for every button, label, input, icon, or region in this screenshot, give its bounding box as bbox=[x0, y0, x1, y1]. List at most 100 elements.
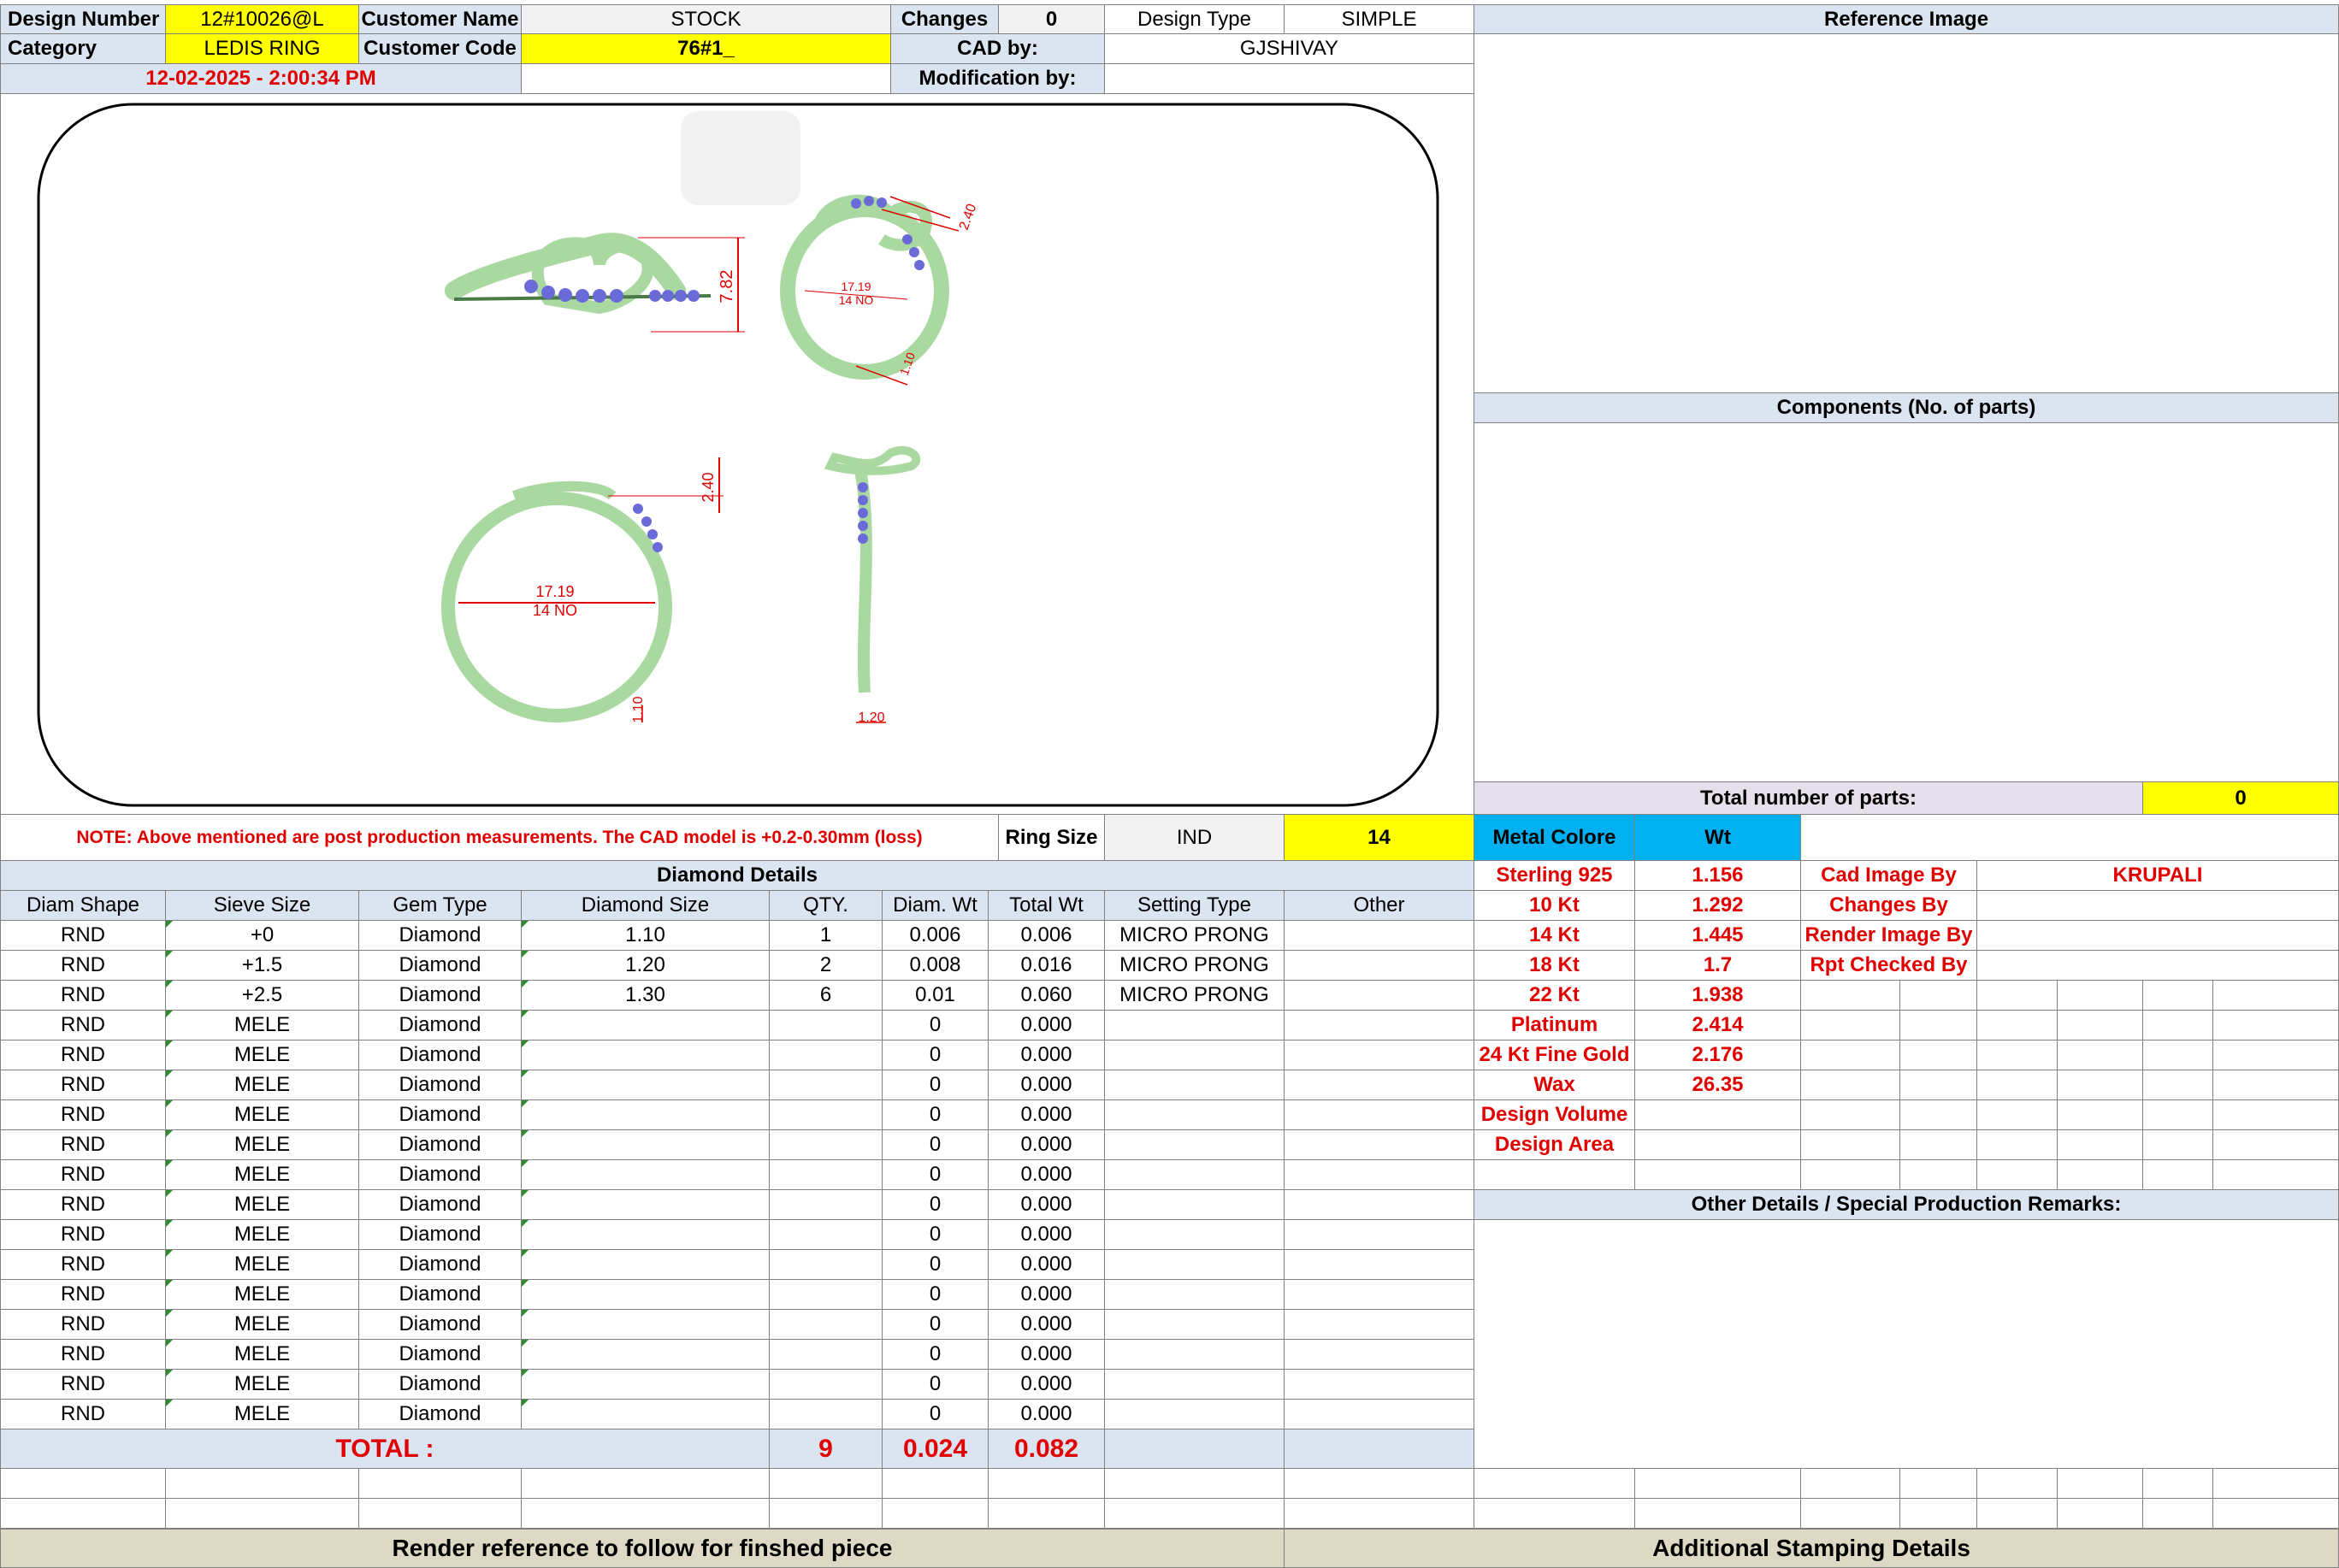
diamond-cell-other[interactable] bbox=[1285, 921, 1474, 951]
blank-cell[interactable] bbox=[1474, 1499, 1635, 1529]
blank-cell[interactable] bbox=[1635, 1499, 1801, 1529]
diamond-cell-gem-type[interactable]: Diamond bbox=[359, 1160, 522, 1190]
diamond-cell-diamond-size[interactable] bbox=[522, 1190, 770, 1220]
diamond-cell-diamond-size[interactable] bbox=[522, 1400, 770, 1429]
diamond-cell-gem-type[interactable]: Diamond bbox=[359, 1370, 522, 1400]
diamond-cell-total-wt[interactable]: 0.000 bbox=[989, 1250, 1105, 1280]
blank-cell[interactable] bbox=[1977, 1160, 2058, 1190]
blank-cell[interactable] bbox=[1900, 1130, 1977, 1160]
diamond-cell-diam-shape[interactable]: RND bbox=[0, 1040, 166, 1070]
blank-cell[interactable] bbox=[2143, 1130, 2213, 1160]
blank-cell[interactable] bbox=[2143, 1011, 2213, 1040]
diamond-cell-setting-type[interactable] bbox=[1105, 1130, 1285, 1160]
diamond-cell-diam-shape[interactable]: RND bbox=[0, 1100, 166, 1130]
diamond-cell-diamond-size[interactable] bbox=[522, 1280, 770, 1310]
blank-cell[interactable] bbox=[1801, 1130, 1900, 1160]
diamond-cell-diam-wt[interactable]: 0 bbox=[883, 1370, 989, 1400]
diamond-cell-sieve-size[interactable]: +1.5 bbox=[166, 951, 359, 981]
diamond-cell-total-wt[interactable]: 0.060 bbox=[989, 981, 1105, 1011]
diamond-cell-total-wt[interactable]: 0.000 bbox=[989, 1040, 1105, 1070]
diamond-cell-diamond-size[interactable] bbox=[522, 1011, 770, 1040]
blank-cell[interactable] bbox=[1801, 1070, 1900, 1100]
diamond-cell-setting-type[interactable] bbox=[1105, 1190, 1285, 1220]
cad-by-value[interactable]: GJSHIVAY bbox=[1105, 34, 1474, 64]
diamond-cell-diam-wt[interactable]: 0 bbox=[883, 1310, 989, 1340]
diamond-cell-qty[interactable]: 6 bbox=[770, 981, 883, 1011]
changes-value[interactable]: 0 bbox=[999, 4, 1105, 34]
blank-cell[interactable] bbox=[1105, 1469, 1285, 1499]
diamond-cell-diam-shape[interactable]: RND bbox=[0, 1070, 166, 1100]
blank-cell[interactable] bbox=[1801, 1469, 1900, 1499]
diamond-cell-total-wt[interactable]: 0.000 bbox=[989, 1100, 1105, 1130]
diamond-cell-gem-type[interactable]: Diamond bbox=[359, 1070, 522, 1100]
customer-name-value[interactable]: STOCK bbox=[522, 4, 891, 34]
ring-size-system[interactable]: IND bbox=[1105, 815, 1285, 861]
diamond-cell-diam-wt[interactable]: 0 bbox=[883, 1100, 989, 1130]
diamond-cell-diam-shape[interactable]: RND bbox=[0, 951, 166, 981]
diamond-cell-other[interactable] bbox=[1285, 951, 1474, 981]
blank-cell[interactable] bbox=[1900, 1499, 1977, 1529]
diamond-cell-other[interactable] bbox=[1285, 1310, 1474, 1340]
diamond-cell-diam-shape[interactable]: RND bbox=[0, 1340, 166, 1370]
diamond-cell-total-wt[interactable]: 0.006 bbox=[989, 921, 1105, 951]
blank-cell[interactable] bbox=[2058, 1100, 2143, 1130]
credit-value[interactable] bbox=[1977, 921, 2339, 951]
diamond-cell-setting-type[interactable]: MICRO PRONG bbox=[1105, 951, 1285, 981]
diamond-cell-other[interactable] bbox=[1285, 1400, 1474, 1429]
diamond-cell-diam-wt[interactable]: 0 bbox=[883, 1011, 989, 1040]
diamond-cell-diam-wt[interactable]: 0 bbox=[883, 1250, 989, 1280]
blank-cell[interactable] bbox=[1900, 1011, 1977, 1040]
diamond-cell-qty[interactable]: 1 bbox=[770, 921, 883, 951]
diamond-cell-diam-shape[interactable]: RND bbox=[0, 1370, 166, 1400]
modification-by-value[interactable] bbox=[1105, 64, 1474, 94]
diamond-cell-setting-type[interactable] bbox=[1105, 1011, 1285, 1040]
blank-cell[interactable] bbox=[2058, 1070, 2143, 1100]
diamond-cell-diam-shape[interactable]: RND bbox=[0, 1190, 166, 1220]
diamond-cell-qty[interactable] bbox=[770, 1040, 883, 1070]
blank-cell[interactable] bbox=[2143, 1070, 2213, 1100]
metal-wt[interactable]: 1.938 bbox=[1635, 981, 1801, 1011]
diamond-cell-diam-wt[interactable]: 0 bbox=[883, 1400, 989, 1429]
diamond-cell-qty[interactable] bbox=[770, 1370, 883, 1400]
diamond-cell-sieve-size[interactable]: MELE bbox=[166, 1340, 359, 1370]
diamond-cell-total-wt[interactable]: 0.000 bbox=[989, 1310, 1105, 1340]
diamond-cell-diam-wt[interactable]: 0 bbox=[883, 1130, 989, 1160]
diamond-cell-diam-wt[interactable]: 0 bbox=[883, 1040, 989, 1070]
diamond-cell-total-wt[interactable]: 0.000 bbox=[989, 1160, 1105, 1190]
diamond-cell-diamond-size[interactable]: 1.30 bbox=[522, 981, 770, 1011]
diamond-cell-gem-type[interactable]: Diamond bbox=[359, 1190, 522, 1220]
diamond-cell-sieve-size[interactable]: MELE bbox=[166, 1040, 359, 1070]
metal-wt[interactable]: 1.156 bbox=[1635, 861, 1801, 891]
diamond-cell-diam-shape[interactable]: RND bbox=[0, 981, 166, 1011]
blank-cell[interactable] bbox=[1900, 1070, 1977, 1100]
blank-cell[interactable] bbox=[2213, 1070, 2339, 1100]
blank-cell[interactable] bbox=[2058, 1499, 2143, 1529]
diamond-cell-gem-type[interactable]: Diamond bbox=[359, 1100, 522, 1130]
diamond-cell-sieve-size[interactable]: MELE bbox=[166, 1070, 359, 1100]
blank-cell[interactable] bbox=[166, 1499, 359, 1529]
diamond-cell-setting-type[interactable] bbox=[1105, 1370, 1285, 1400]
diamond-cell-other[interactable] bbox=[1285, 1250, 1474, 1280]
diamond-cell-total-wt[interactable]: 0.000 bbox=[989, 1370, 1105, 1400]
blank-cell[interactable] bbox=[2143, 1499, 2213, 1529]
diamond-cell-gem-type[interactable]: Diamond bbox=[359, 1400, 522, 1429]
diamond-cell-setting-type[interactable] bbox=[1105, 1160, 1285, 1190]
diamond-cell-diam-shape[interactable]: RND bbox=[0, 1280, 166, 1310]
blank-cell[interactable] bbox=[1977, 1040, 2058, 1070]
diamond-cell-qty[interactable] bbox=[770, 1220, 883, 1250]
design-number-value[interactable]: 12#10026@L bbox=[166, 4, 359, 34]
diamond-cell-diam-wt[interactable]: 0 bbox=[883, 1190, 989, 1220]
blank-cell[interactable] bbox=[2058, 1011, 2143, 1040]
diamond-cell-qty[interactable] bbox=[770, 1070, 883, 1100]
metal-wt[interactable] bbox=[1635, 1130, 1801, 1160]
blank-cell[interactable] bbox=[770, 1499, 883, 1529]
diamond-cell-total-wt[interactable]: 0.016 bbox=[989, 951, 1105, 981]
blank-cell[interactable] bbox=[1900, 1040, 1977, 1070]
diamond-cell-diam-wt[interactable]: 0 bbox=[883, 1340, 989, 1370]
diamond-cell-diam-shape[interactable]: RND bbox=[0, 1310, 166, 1340]
blank-cell[interactable] bbox=[2213, 1499, 2339, 1529]
blank-cell[interactable] bbox=[1105, 1499, 1285, 1529]
diamond-cell-gem-type[interactable]: Diamond bbox=[359, 1220, 522, 1250]
diamond-cell-gem-type[interactable]: Diamond bbox=[359, 1130, 522, 1160]
diamond-cell-other[interactable] bbox=[1285, 1070, 1474, 1100]
